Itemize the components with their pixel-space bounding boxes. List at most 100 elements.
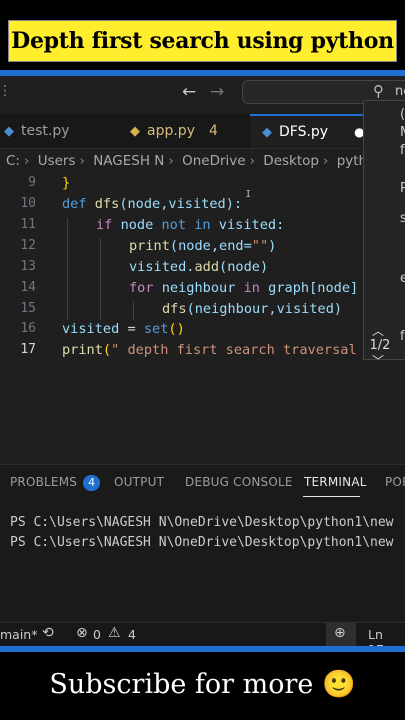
code-token: ): [268, 238, 277, 254]
breadcrumb-item[interactable]: Desktop: [263, 153, 319, 169]
tab-label: test.py: [21, 123, 70, 139]
code-line[interactable]: def dfs(node,visited):: [62, 196, 242, 212]
overload-counter: 1/2: [369, 338, 391, 353]
zoom-icon: ⊕: [334, 625, 346, 641]
code-token: =: [119, 321, 144, 337]
code-token: add: [194, 259, 220, 275]
tab-debug-console[interactable]: DEBUG CONSOLE: [185, 475, 293, 489]
bottom-panel: PROBLEMS 4 OUTPUT DEBUG CONSOLE TERMINAL …: [0, 464, 405, 621]
chevron-right-icon: ›: [79, 153, 85, 169]
search-text: ne: [395, 84, 405, 99]
line-number: 12: [20, 238, 36, 253]
code-line[interactable]: visited.add(node): [129, 259, 268, 275]
title-bar: ⋮ ← → ⚲ ne: [0, 76, 405, 110]
code-token: dfs: [94, 196, 120, 212]
line-number: 16: [20, 321, 36, 336]
breadcrumb-item[interactable]: Users: [38, 153, 76, 169]
line-number: 11: [20, 217, 36, 232]
popup-text: f: [400, 329, 405, 344]
error-icon[interactable]: ⊗: [76, 625, 88, 641]
tab-ports[interactable]: POR: [385, 475, 405, 489]
banner-title: Depth first search using python: [11, 28, 394, 54]
indent-guide: [133, 301, 134, 320]
tab-terminal[interactable]: TERMINAL: [304, 475, 367, 489]
arrow-left-icon[interactable]: ←: [182, 82, 196, 102]
code-token: not in: [161, 217, 211, 233]
tab-output[interactable]: OUTPUT: [114, 475, 164, 489]
terminal-line[interactable]: PS C:\Users\NAGESH N\OneDrive\Desktop\py…: [10, 515, 394, 530]
tab-test-py[interactable]: ◆ test.py: [0, 114, 118, 148]
line-number: 13: [20, 259, 36, 274]
popup-text: s: [400, 211, 405, 226]
tab-app-py[interactable]: ◆ app.py 4: [130, 114, 248, 148]
chevron-right-icon: ›: [249, 153, 255, 169]
chevron-up-icon[interactable]: ︿: [372, 322, 384, 339]
code-token: visited: [62, 321, 120, 337]
branch-indicator[interactable]: main*: [0, 627, 37, 642]
code-line[interactable]: print(node,end=""): [129, 238, 276, 254]
breadcrumb-item[interactable]: NAGESH N: [93, 153, 164, 169]
line-number: 9: [28, 175, 36, 190]
code-line[interactable]: }: [62, 175, 70, 191]
chevron-right-icon: ›: [168, 153, 174, 169]
code-line[interactable]: visited = set(): [62, 321, 185, 337]
chevron-down-icon[interactable]: ﹀: [372, 352, 384, 369]
indent-guide: [67, 218, 68, 320]
popup-text: (: [400, 107, 405, 122]
tab-problems[interactable]: PROBLEMS 4: [10, 475, 101, 491]
problems-badge: 4: [83, 475, 101, 491]
chevron-right-icon: ›: [322, 153, 329, 169]
cursor-position[interactable]: Ln 17,: [368, 627, 405, 646]
breadcrumb: C: › Users › NAGESH N › OneDrive › Desktop › …: [6, 153, 393, 169]
popup-text: M: [400, 125, 405, 140]
error-count: 0: [93, 627, 101, 642]
code-token: (: [102, 342, 112, 358]
code-line[interactable]: if node not in visited:: [96, 217, 284, 233]
subscribe-caption: Subscribe for more 🙂: [49, 669, 356, 700]
code-token: graph[node]: [268, 280, 359, 296]
signature-help-popup: ( M f P s e f: [363, 100, 405, 360]
arrow-right-icon[interactable]: →: [210, 82, 224, 102]
menu-icon[interactable]: ⋮: [0, 83, 12, 99]
code-token: (node,visited):: [119, 196, 243, 212]
editor-tabs: ◆ test.py ◆ app.py 4 ◆ DFS.py ●: [0, 114, 405, 149]
code-token: (): [168, 321, 185, 337]
breadcrumb-item[interactable]: OneDrive: [182, 153, 245, 169]
code-token: (neighbour,visited): [186, 301, 343, 317]
line-number: 17: [20, 342, 36, 357]
code-token: " depth fisrt search traversal: [111, 342, 357, 358]
python-icon: ◆: [262, 124, 272, 140]
code-token: def: [62, 196, 87, 212]
code-line[interactable]: print(" depth fisrt search traversal: [62, 342, 357, 358]
warning-icon[interactable]: ⚠: [108, 625, 121, 641]
sync-icon[interactable]: ⟲: [42, 625, 54, 641]
popup-text: P: [400, 181, 405, 196]
code-line[interactable]: for neighbour in graph[node]: [129, 280, 358, 296]
popup-text: e: [400, 271, 405, 286]
terminal-line[interactable]: PS C:\Users\NAGESH N\OneDrive\Desktop\py…: [10, 535, 394, 550]
code-token: visited:: [218, 217, 285, 233]
line-number: 15: [20, 301, 36, 316]
code-token: set: [143, 321, 169, 337]
code-line[interactable]: dfs(neighbour,visited): [162, 301, 342, 317]
python-icon: ◆: [130, 123, 140, 139]
banner-title-box: Depth first search using python: [8, 20, 397, 62]
code-token: "": [251, 238, 269, 254]
search-icon: ⚲: [373, 82, 384, 100]
code-token: visited.: [129, 259, 195, 275]
code-token: for: [129, 280, 154, 296]
line-number: 10: [20, 196, 36, 211]
tab-label: DFS.py: [279, 124, 329, 140]
breadcrumb-item[interactable]: C:: [6, 153, 20, 169]
code-token: print: [62, 342, 103, 358]
code-token: (node,end=: [169, 238, 252, 254]
vscode-window: ⋮ ← → ⚲ ne ◆ test.py ◆ app.py 4 ◆ DFS.py…: [0, 76, 405, 646]
code-token: neighbour: [161, 280, 236, 296]
top-banner: Depth first search using python: [0, 0, 405, 70]
code-token: if: [96, 217, 113, 233]
code-token: dfs: [162, 301, 187, 317]
warning-count: 4: [128, 627, 136, 642]
code-token: }: [62, 175, 71, 191]
mouse-cursor-icon: ɪ: [246, 186, 251, 200]
code-token: print: [129, 238, 170, 254]
